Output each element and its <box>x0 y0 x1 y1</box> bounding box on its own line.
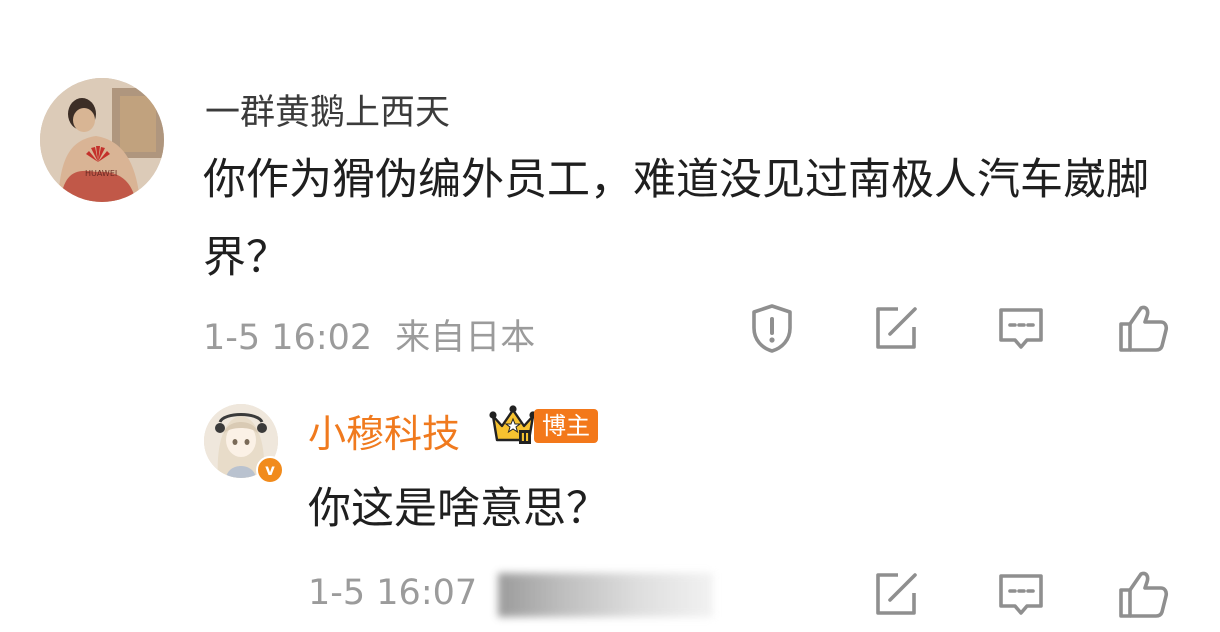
reply-text: 你这是啥意思？ <box>308 484 609 534</box>
like-icon <box>1119 305 1169 352</box>
report-icon <box>752 304 792 353</box>
comment-time: 1-5 16:02 <box>203 318 373 358</box>
comment-username[interactable]: 一群黄鹅上西天 <box>205 84 450 135</box>
comment-icon <box>999 308 1043 349</box>
avatar[interactable]: HUAWEI <box>40 78 164 202</box>
reply-username[interactable]: 小穆科技 <box>308 403 460 458</box>
crown-level-text: II <box>521 431 529 444</box>
avatar-image: HUAWEI <box>40 78 164 202</box>
blogger-badge: 博主 <box>534 409 598 443</box>
reply-like-button[interactable] <box>1115 566 1171 622</box>
reply-time: 1-5 16:07 <box>308 573 478 613</box>
share-button[interactable] <box>868 300 924 356</box>
like-button[interactable] <box>1115 300 1171 356</box>
verified-badge-icon: v <box>256 456 284 484</box>
comment-button[interactable] <box>993 300 1049 356</box>
reply-location-obscured <box>498 573 713 617</box>
like-icon <box>1119 571 1169 618</box>
report-button[interactable] <box>744 300 800 356</box>
reply-meta: 1-5 16:07 <box>308 573 477 613</box>
reply-comment-button[interactable] <box>993 566 1049 622</box>
comment-location: 来自日本 <box>395 318 536 358</box>
reply-share-button[interactable] <box>868 566 924 622</box>
share-icon <box>876 307 917 349</box>
comment-icon <box>999 574 1043 615</box>
comment-text: 你作为猾伪编外员工，难道没见过南极人汽车崴脚界？ <box>203 155 1149 283</box>
share-icon <box>876 573 917 615</box>
avatar-logo-text: HUAWEI <box>85 169 117 178</box>
comment-meta: 1-5 16:02 来自日本 <box>203 309 535 360</box>
crown-level-icon: II <box>488 404 538 446</box>
